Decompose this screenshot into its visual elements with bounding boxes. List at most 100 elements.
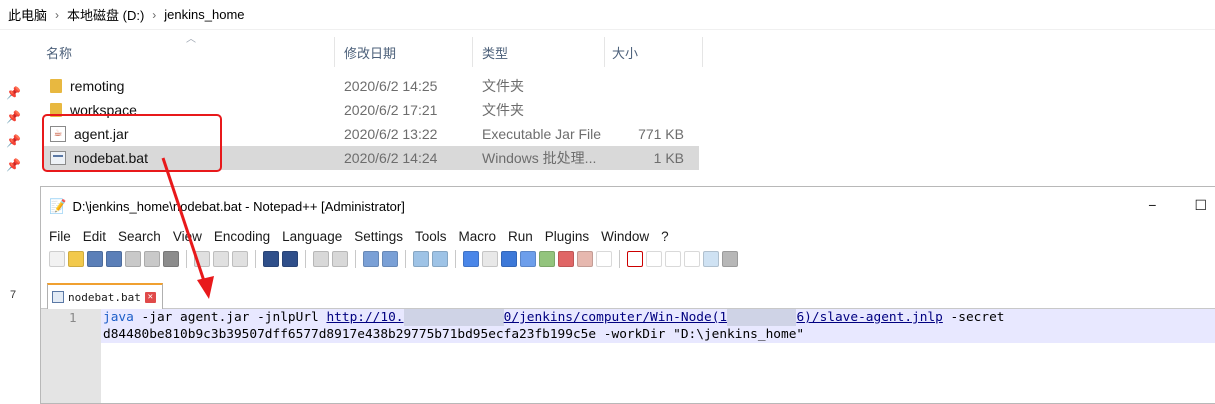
breadcrumb-local-disk[interactable]: 本地磁盘 (D:) <box>67 5 144 24</box>
column-divider[interactable] <box>472 37 473 67</box>
cut-icon[interactable] <box>194 251 210 267</box>
save-macro-icon[interactable] <box>703 251 719 267</box>
minimize-button[interactable]: − <box>1148 197 1156 214</box>
code-url-part[interactable]: http://10. <box>326 310 403 325</box>
breadcrumb-jenkins-home[interactable]: jenkins_home <box>164 7 244 22</box>
folder-workspace-icon[interactable] <box>558 251 574 267</box>
toolbar-divider <box>255 250 256 268</box>
run-macro-multiple-icon[interactable] <box>684 251 700 267</box>
file-row-remoting[interactable]: remoting 2020/6/2 14:25 文件夹 <box>44 74 699 98</box>
column-divider[interactable] <box>702 37 703 67</box>
file-size: 771 KB <box>638 126 684 142</box>
stop-macro-icon[interactable] <box>646 251 662 267</box>
code-url-part[interactable]: 6)/slave-agent.jnlp <box>796 310 942 325</box>
file-name: remoting <box>70 78 125 94</box>
print-icon[interactable] <box>163 251 179 267</box>
eye-icon[interactable] <box>596 251 612 267</box>
pin-icon[interactable]: 📌 <box>6 110 21 124</box>
close-all-icon[interactable] <box>144 251 160 267</box>
breadcrumb-this-pc[interactable]: 此电脑 <box>8 5 47 24</box>
file-type: 文件夹 <box>482 78 524 94</box>
menu-view[interactable]: View <box>173 229 202 244</box>
indent-guide-icon[interactable] <box>501 251 517 267</box>
folder-icon <box>50 79 62 93</box>
notepad-titlebar[interactable]: 📝 D:\jenkins_home\nodebat.bat - Notepad+… <box>41 187 1215 225</box>
column-header-type[interactable]: 类型 <box>482 43 612 62</box>
editor-area[interactable]: 1 java -jar agent.jar -jnlpUrl http://10… <box>41 309 1215 403</box>
column-header-size[interactable]: 大小 <box>612 43 702 62</box>
menu-macro[interactable]: Macro <box>459 229 497 244</box>
menu-language[interactable]: Language <box>282 229 342 244</box>
screenshot-root: 此电脑 › 本地磁盘 (D:) › jenkins_home ︿ 名称 修改日期… <box>0 0 1215 404</box>
zoom-out-icon[interactable] <box>382 251 398 267</box>
sidebar-fragment: 7 <box>10 289 17 301</box>
function-list-icon[interactable] <box>539 251 555 267</box>
notepad-app-icon: 📝 <box>49 197 67 214</box>
menu-plugins[interactable]: Plugins <box>545 229 589 244</box>
chevron-right-icon[interactable]: › <box>55 8 59 22</box>
menu-encoding[interactable]: Encoding <box>214 229 270 244</box>
new-file-icon[interactable] <box>49 251 65 267</box>
sync-vertical-icon[interactable] <box>413 251 429 267</box>
paste-icon[interactable] <box>232 251 248 267</box>
pin-icon[interactable]: 📌 <box>6 134 21 148</box>
pin-icon[interactable]: 📌 <box>6 158 21 172</box>
tab-nodebat[interactable]: nodebat.bat ✕ <box>47 283 163 309</box>
menu-settings[interactable]: Settings <box>354 229 403 244</box>
replace-icon[interactable] <box>332 251 348 267</box>
breadcrumb: 此电脑 › 本地磁盘 (D:) › jenkins_home <box>0 0 1215 30</box>
toolbar-divider <box>305 250 306 268</box>
chevron-right-icon[interactable]: › <box>152 8 156 22</box>
redacted-block: 0.000.0.0 <box>727 309 797 326</box>
menu-window[interactable]: Window <box>601 229 649 244</box>
menu-file[interactable]: File <box>49 229 71 244</box>
tab-bar: nodebat.bat ✕ <box>41 283 1215 309</box>
save-all-icon[interactable] <box>106 251 122 267</box>
toolbar-extra-icon[interactable] <box>722 251 738 267</box>
close-icon[interactable]: ✕ <box>144 291 156 303</box>
file-type: Windows 批处理... <box>482 150 597 166</box>
tab-label: nodebat.bat <box>68 290 141 304</box>
record-macro-icon[interactable] <box>627 251 643 267</box>
toolbar-divider <box>619 250 620 268</box>
close-file-icon[interactable] <box>125 251 141 267</box>
toolbar <box>41 247 1215 271</box>
menu-bar: File Edit Search View Encoding Language … <box>41 225 1215 247</box>
code-keyword: java <box>103 310 134 325</box>
toolbar-divider <box>405 250 406 268</box>
column-header-name[interactable]: 名称 <box>46 43 344 62</box>
toolbar-divider <box>186 250 187 268</box>
doc-map-icon[interactable] <box>520 251 536 267</box>
toolbar-divider <box>355 250 356 268</box>
quick-access-pins: 📌 📌 📌 📌 <box>6 86 21 172</box>
code-segment: -secret <box>942 310 1005 325</box>
find-icon[interactable] <box>313 251 329 267</box>
zoom-in-icon[interactable] <box>363 251 379 267</box>
column-divider[interactable] <box>604 37 605 67</box>
column-divider[interactable] <box>334 37 335 67</box>
undo-icon[interactable] <box>263 251 279 267</box>
file-date: 2020/6/2 14:25 <box>344 78 438 94</box>
menu-edit[interactable]: Edit <box>83 229 106 244</box>
save-icon[interactable] <box>87 251 103 267</box>
copy-icon[interactable] <box>213 251 229 267</box>
menu-help[interactable]: ? <box>661 229 669 244</box>
monitor-icon[interactable] <box>577 251 593 267</box>
menu-run[interactable]: Run <box>508 229 533 244</box>
file-date: 2020/6/2 13:22 <box>344 126 438 142</box>
play-macro-icon[interactable] <box>665 251 681 267</box>
maximize-button[interactable]: ☐ <box>1194 197 1207 214</box>
menu-tools[interactable]: Tools <box>415 229 447 244</box>
open-file-icon[interactable] <box>68 251 84 267</box>
sync-horizontal-icon[interactable] <box>432 251 448 267</box>
word-wrap-icon[interactable] <box>463 251 479 267</box>
show-all-chars-icon[interactable] <box>482 251 498 267</box>
redo-icon[interactable] <box>282 251 298 267</box>
column-header-date[interactable]: 修改日期 <box>344 43 482 62</box>
redacted-block: 000.00.00.000 <box>403 309 504 326</box>
code-url-part[interactable]: 0/jenkins/computer/Win-Node(1 <box>504 310 727 325</box>
notepad-window: 📝 D:\jenkins_home\nodebat.bat - Notepad+… <box>40 186 1215 404</box>
pin-icon[interactable]: 📌 <box>6 86 21 100</box>
code-text[interactable]: java -jar agent.jar -jnlpUrl http://10. 0… <box>103 309 1004 343</box>
menu-search[interactable]: Search <box>118 229 161 244</box>
